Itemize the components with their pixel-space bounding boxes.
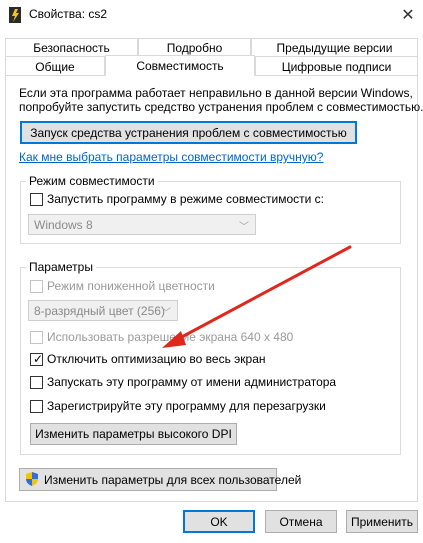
window-title: Свойства: cs2	[29, 7, 108, 21]
compat-mode-label: Запустить программу в режиме совместимос…	[47, 192, 324, 206]
close-button[interactable]: ✕	[394, 2, 422, 28]
resolution-label: Использовать разрешение экрана 640 x 480	[47, 330, 294, 344]
intro-text-line1: Если эта программа работает неправильно …	[19, 86, 413, 100]
intro-text-line2: попробуйте запустить средство устранения…	[19, 100, 423, 114]
compat-mode-title: Режим совместимости	[26, 174, 158, 188]
tab-general[interactable]: Общие	[5, 56, 105, 76]
run-admin-checkbox[interactable]	[30, 376, 43, 389]
troubleshoot-button[interactable]: Запуск средства устранения проблем с сов…	[20, 121, 357, 144]
shield-icon	[26, 472, 38, 486]
apply-button[interactable]: Применить	[346, 510, 418, 533]
reduced-color-checkbox	[30, 280, 43, 293]
params-title: Параметры	[26, 260, 96, 274]
resolution-checkbox	[30, 331, 43, 344]
disable-fullscreen-checkbox[interactable]: ✓	[30, 353, 43, 366]
color-select: 8-разрядный цвет (256) ﹀	[28, 300, 178, 321]
run-admin-label: Запускать эту программу от имени админис…	[47, 375, 337, 389]
high-dpi-button[interactable]: Изменить параметры высокого DPI	[30, 423, 237, 445]
chevron-down-icon: ﹀	[239, 222, 249, 233]
tab-digital-signatures[interactable]: Цифровые подписи	[255, 56, 418, 76]
all-users-button[interactable]: Изменить параметры для всех пользователе…	[19, 468, 301, 491]
cancel-button[interactable]: Отмена	[265, 510, 337, 533]
tab-compatibility[interactable]: Совместимость	[105, 55, 255, 76]
help-link[interactable]: Как мне выбрать параметры совместимости …	[19, 150, 323, 164]
title-bar: Свойства: cs2 ✕	[0, 0, 423, 30]
os-select: Windows 8 ﹀	[28, 214, 256, 235]
register-restart-checkbox[interactable]	[30, 400, 43, 413]
ok-button[interactable]: OK	[183, 510, 255, 533]
chevron-down-icon: ﹀	[161, 308, 171, 319]
app-icon	[9, 7, 21, 23]
compat-mode-checkbox[interactable]	[30, 193, 43, 206]
close-icon: ✕	[401, 7, 415, 24]
disable-fullscreen-label: Отключить оптимизацию во весь экран	[47, 352, 266, 366]
tab-previous-versions[interactable]: Предыдущие версии	[251, 38, 418, 57]
checkmark-icon: ✓	[33, 352, 44, 366]
reduced-color-label: Режим пониженной цветности	[47, 279, 215, 293]
register-restart-label: Зарегистрируйте эту программу для переза…	[47, 399, 326, 413]
